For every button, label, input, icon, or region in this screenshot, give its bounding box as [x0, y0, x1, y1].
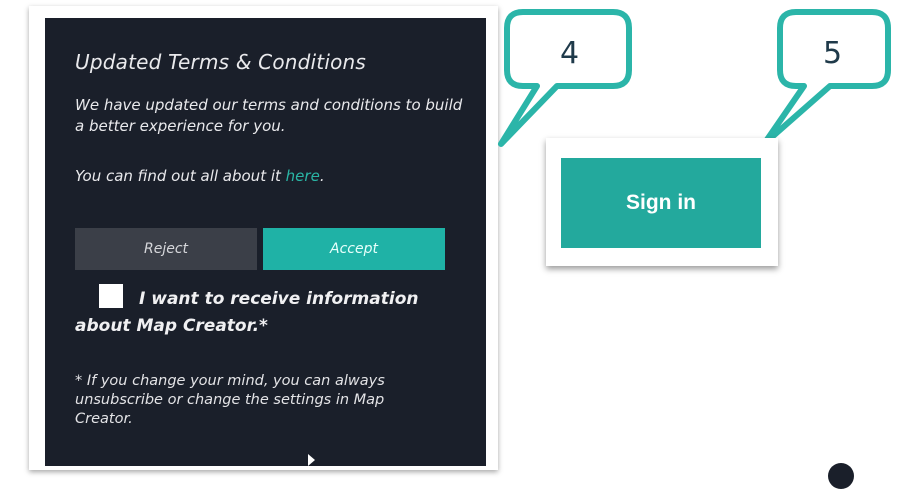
signin-card: Sign in: [546, 138, 778, 266]
dialog-title: Updated Terms & Conditions: [75, 50, 367, 74]
callout-4-number: 4: [560, 36, 580, 71]
dialog-body-text: We have updated our terms and conditions…: [75, 96, 463, 135]
cursor-arrow-icon: [308, 454, 315, 466]
find-out-text: You can find out all about it here.: [75, 166, 465, 187]
callout-5-shape: [761, 9, 891, 147]
find-out-prefix: You can find out all about it: [75, 167, 286, 185]
callout-5-number: 5: [823, 36, 843, 71]
footnote-text: * If you change your mind, you can alway…: [75, 373, 385, 427]
callout-4-shape: [498, 9, 632, 147]
circle-fragment-icon: [828, 463, 854, 489]
sign-in-button[interactable]: Sign in: [561, 158, 761, 248]
terms-dialog: Updated Terms & Conditions We have updat…: [45, 18, 486, 466]
callout-5: 5: [760, 8, 892, 150]
opt-in-label: I want to receive information about Map …: [75, 289, 419, 336]
sign-in-label: Sign in: [626, 191, 696, 214]
opt-in-checkbox[interactable]: [99, 284, 123, 308]
callout-4: 4: [495, 8, 635, 150]
reject-button[interactable]: Reject: [75, 228, 257, 270]
find-out-suffix: .: [319, 167, 325, 185]
here-link[interactable]: here: [286, 167, 320, 185]
accept-button[interactable]: Accept: [263, 228, 445, 270]
